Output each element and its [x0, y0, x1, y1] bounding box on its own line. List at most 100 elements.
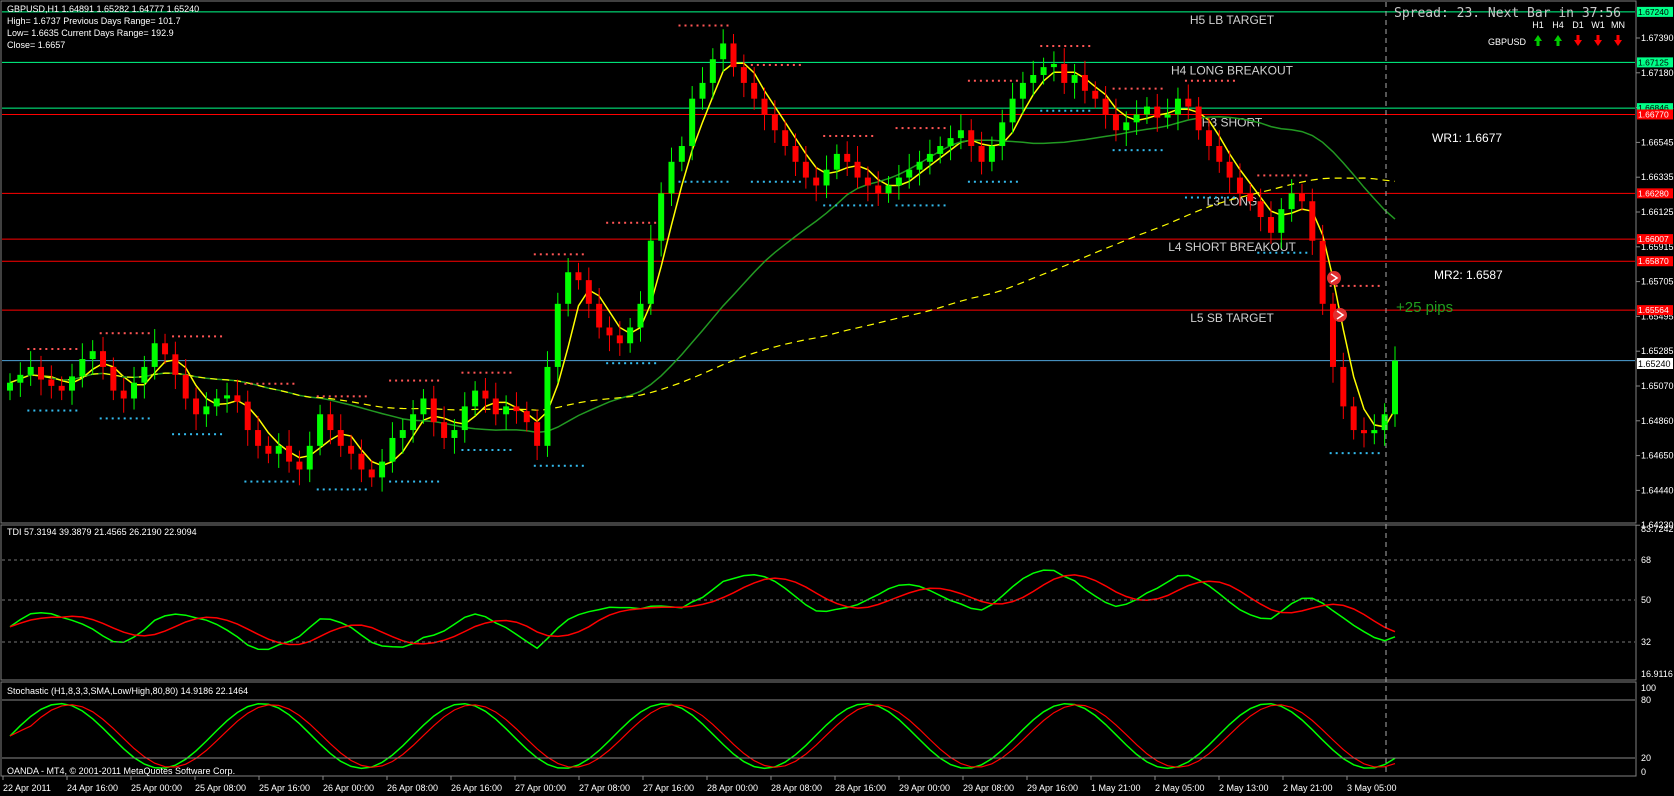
candle-body — [575, 272, 582, 281]
support-dot — [129, 417, 132, 420]
resistance-dot — [214, 335, 217, 338]
support-dot — [1299, 251, 1302, 254]
support-dot — [1112, 149, 1115, 152]
resistance-dot — [696, 24, 699, 27]
support-dot — [1130, 149, 1133, 152]
level-tag-text: 1.67125 — [1638, 57, 1669, 67]
support-dot — [853, 204, 856, 207]
candle-body — [503, 406, 510, 415]
candle-body — [534, 422, 541, 446]
resistance-dot — [184, 335, 187, 338]
support-dot — [985, 180, 988, 183]
support-dot — [63, 409, 66, 412]
support-dot — [1184, 196, 1187, 199]
support-dot — [1353, 452, 1356, 455]
resistance-dot — [340, 395, 343, 398]
pivot-wr1-label: WR1: 1.6677 — [1432, 131, 1502, 145]
resistance-dot — [461, 371, 464, 374]
candle-body — [1309, 201, 1316, 241]
support-dot — [244, 480, 247, 483]
support-dot — [51, 409, 54, 412]
support-dot — [1160, 149, 1163, 152]
candle-body — [1392, 360, 1398, 415]
support-dot — [841, 204, 844, 207]
support-dot — [292, 480, 295, 483]
info-line-1: GBPUSD,H1 1.64891 1.65282 1.64777 1.6524… — [7, 4, 199, 14]
candle-body — [182, 374, 189, 399]
resistance-dot — [352, 395, 355, 398]
candle-body — [17, 374, 24, 383]
candle-body — [1081, 75, 1088, 91]
candle-body — [1030, 75, 1037, 83]
resistance-dot — [250, 382, 253, 385]
support-dot — [413, 480, 416, 483]
resistance-dot — [678, 24, 681, 27]
trading-chart[interactable]: H5 LB TARGETH4 LONG BREAKOUTH3 SHORTL3 L… — [0, 0, 1674, 796]
support-dot — [1040, 109, 1043, 112]
resistance-dot — [702, 24, 705, 27]
support-dot — [539, 464, 542, 467]
support-dot — [925, 204, 928, 207]
support-dot — [1208, 196, 1211, 199]
stoch-panel[interactable] — [0, 681, 1637, 777]
resistance-dot — [1052, 45, 1055, 48]
tf-symbol: GBPUSD — [1488, 37, 1527, 47]
support-dot — [1124, 149, 1127, 152]
resistance-dot — [937, 127, 940, 130]
resistance-dot — [569, 253, 572, 256]
support-dot — [202, 433, 205, 436]
support-dot — [208, 433, 211, 436]
support-dot — [190, 433, 193, 436]
candle-body — [875, 185, 882, 194]
support-dot — [1082, 109, 1085, 112]
candle-body — [513, 406, 520, 412]
support-dot — [1232, 196, 1235, 199]
time-axis[interactable]: 22 Apr 2011 24 Apr 16:00 25 Apr 00:00 25 Ap… — [2, 776, 1397, 793]
price-tick-label: 1.64440 — [1641, 485, 1674, 495]
candle-body — [813, 177, 820, 186]
candle-body — [1278, 209, 1285, 233]
candle-body — [1381, 414, 1388, 431]
candle-body — [306, 445, 313, 470]
support-dot — [630, 362, 633, 365]
resistance-dot — [141, 332, 144, 335]
candle-body — [151, 343, 158, 367]
resistance-dot — [901, 127, 904, 130]
support-dot — [895, 204, 898, 207]
support-dot — [256, 480, 259, 483]
support-dot — [509, 448, 512, 451]
candle-body — [833, 153, 840, 170]
time-tick-label: 28 Apr 00:00 — [707, 783, 758, 793]
resistance-dot — [539, 253, 542, 256]
candle-body — [1205, 130, 1212, 147]
main-panel[interactable] — [0, 0, 1637, 524]
candle-body — [368, 469, 375, 478]
time-tick-label: 26 Apr 16:00 — [451, 783, 502, 793]
candle-body — [616, 335, 623, 344]
support-dot — [967, 180, 970, 183]
resistance-dot — [533, 253, 536, 256]
resistance-dot — [1160, 87, 1163, 90]
candle-body — [554, 303, 561, 367]
candle-body — [410, 414, 417, 431]
tdi-panel[interactable] — [0, 524, 1637, 681]
candle-body — [689, 98, 696, 147]
tf-label-h4: H4 — [1552, 20, 1564, 30]
support-dot — [1359, 452, 1362, 455]
resistance-dot — [45, 348, 48, 350]
resistance-dot — [563, 253, 566, 256]
resistance-dot — [1226, 79, 1229, 82]
resistance-dot — [823, 134, 826, 137]
candle-body — [234, 395, 241, 402]
resistance-dot — [479, 371, 482, 374]
resistance-dot — [316, 395, 319, 398]
time-tick-label: 29 Apr 08:00 — [963, 783, 1014, 793]
support-dot — [847, 204, 850, 207]
support-dot — [1190, 196, 1193, 199]
support-dot — [973, 180, 976, 183]
candle-body — [709, 59, 716, 83]
support-dot — [33, 409, 36, 412]
resistance-dot — [39, 348, 42, 350]
resistance-dot — [1341, 284, 1344, 287]
stoch-axis-label: 0 — [1641, 767, 1646, 777]
